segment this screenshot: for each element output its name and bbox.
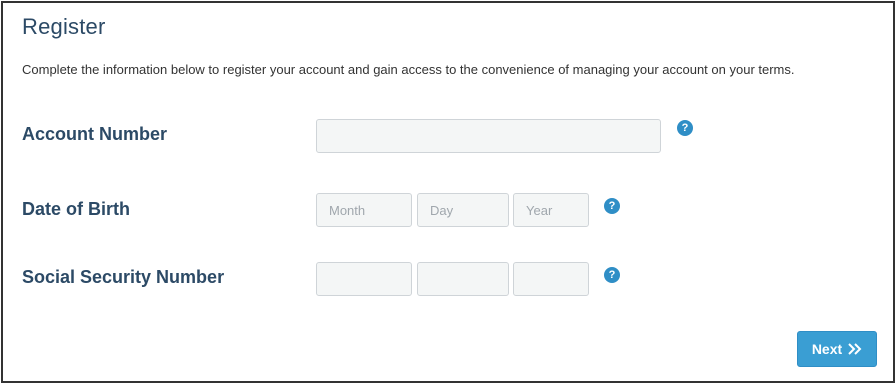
question-circle-icon[interactable]: ? <box>677 120 693 136</box>
dob-year-input[interactable] <box>513 193 589 227</box>
register-panel: Register Complete the information below … <box>1 1 895 383</box>
double-chevron-right-icon <box>848 343 862 355</box>
account-number-label: Account Number <box>22 124 168 144</box>
ssn-part3-input[interactable] <box>513 262 589 296</box>
next-button[interactable]: Next <box>797 331 877 367</box>
account-number-input[interactable] <box>316 119 661 153</box>
next-button-label: Next <box>811 341 843 357</box>
question-circle-icon[interactable]: ? <box>604 198 620 214</box>
ssn-label: Social Security Number <box>22 267 225 287</box>
ssn-part2-input[interactable] <box>417 262 509 296</box>
page-title: Register <box>22 14 106 39</box>
question-circle-icon[interactable]: ? <box>604 267 620 283</box>
ssn-part1-input[interactable] <box>316 262 412 296</box>
date-of-birth-label: Date of Birth <box>22 199 130 219</box>
form-description: Complete the information below to regist… <box>22 62 795 77</box>
dob-month-input[interactable] <box>316 193 412 227</box>
dob-day-input[interactable] <box>417 193 509 227</box>
